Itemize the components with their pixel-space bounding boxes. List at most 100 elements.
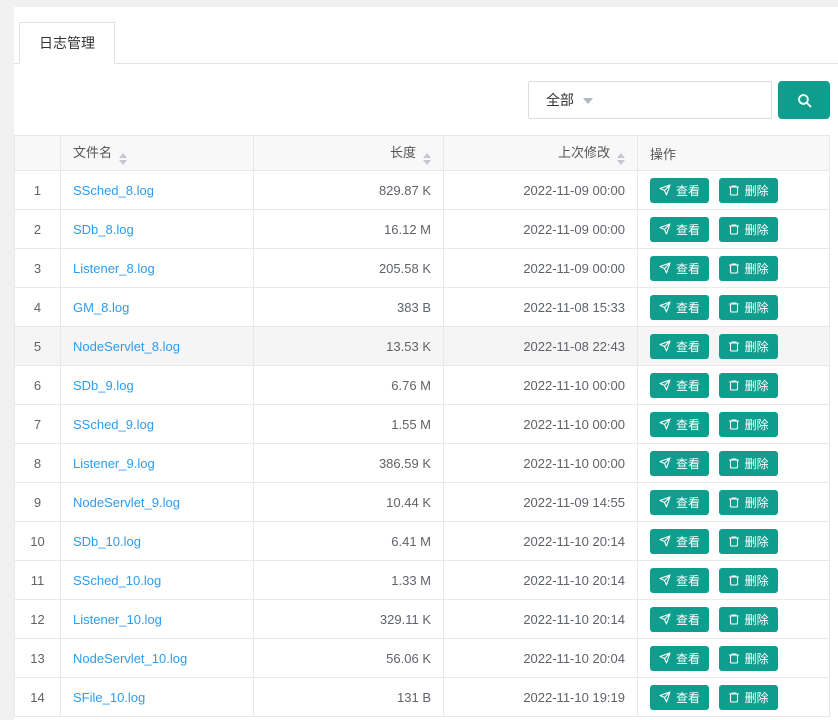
view-button[interactable]: 查看 [650,178,709,203]
table-row: 3 Listener_8.log 205.58 K 2022-11-09 00:… [15,249,830,288]
view-button[interactable]: 查看 [650,412,709,437]
view-button[interactable]: 查看 [650,568,709,593]
view-button[interactable]: 查看 [650,217,709,242]
file-link[interactable]: NodeServlet_8.log [73,339,180,354]
delete-button-label: 删除 [745,338,769,355]
row-index: 6 [15,366,61,405]
file-modified: 2022-11-09 00:00 [444,249,638,288]
row-actions: 查看 删除 [638,678,830,717]
delete-button[interactable]: 删除 [719,334,778,359]
file-link[interactable]: GM_8.log [73,300,129,315]
tab-label: 日志管理 [39,35,95,51]
delete-button[interactable]: 删除 [719,217,778,242]
delete-button[interactable]: 删除 [719,490,778,515]
delete-button-label: 删除 [745,611,769,628]
file-length: 6.41 M [254,522,444,561]
delete-button[interactable]: 删除 [719,685,778,710]
col-filename[interactable]: 文件名 [61,136,254,171]
view-button[interactable]: 查看 [650,334,709,359]
view-button-label: 查看 [676,416,700,433]
send-icon [659,574,671,586]
delete-button[interactable]: 删除 [719,568,778,593]
file-length: 131 B [254,678,444,717]
delete-button[interactable]: 删除 [719,373,778,398]
view-button[interactable]: 查看 [650,685,709,710]
row-actions: 查看 删除 [638,639,830,678]
view-button-label: 查看 [676,572,700,589]
col-length[interactable]: 长度 [254,136,444,171]
table-row: 8 Listener_9.log 386.59 K 2022-11-10 00:… [15,444,830,483]
table-row: 7 SSched_9.log 1.55 M 2022-11-10 00:00 查… [15,405,830,444]
delete-button[interactable]: 删除 [719,607,778,632]
row-index: 11 [15,561,61,600]
delete-button-label: 删除 [745,299,769,316]
row-index: 4 [15,288,61,327]
file-modified: 2022-11-10 19:19 [444,678,638,717]
trash-icon [728,301,740,313]
view-button[interactable]: 查看 [650,451,709,476]
trash-icon [728,184,740,196]
row-index: 13 [15,639,61,678]
row-index: 7 [15,405,61,444]
file-modified: 2022-11-10 00:00 [444,444,638,483]
view-button[interactable]: 查看 [650,529,709,554]
file-link[interactable]: SDb_9.log [73,378,134,393]
row-index: 8 [15,444,61,483]
file-modified: 2022-11-08 22:43 [444,327,638,366]
col-modified[interactable]: 上次修改 [444,136,638,171]
row-index: 12 [15,600,61,639]
trash-icon [728,340,740,352]
delete-button[interactable]: 删除 [719,256,778,281]
file-link[interactable]: NodeServlet_9.log [73,495,180,510]
table-row: 12 Listener_10.log 329.11 K 2022-11-10 2… [15,600,830,639]
sort-carets-icon[interactable] [617,153,625,165]
caret-down-icon [583,98,593,104]
sort-carets-icon[interactable] [423,153,431,165]
file-link[interactable]: SDb_8.log [73,222,134,237]
view-button[interactable]: 查看 [650,607,709,632]
trash-icon [728,379,740,391]
sort-carets-icon[interactable] [119,153,127,165]
row-index: 10 [15,522,61,561]
delete-button-label: 删除 [745,689,769,706]
file-link[interactable]: Listener_10.log [73,612,162,627]
view-button[interactable]: 查看 [650,646,709,671]
file-modified: 2022-11-10 20:14 [444,600,638,639]
row-index: 5 [15,327,61,366]
send-icon [659,418,671,430]
file-link[interactable]: SSched_8.log [73,183,154,198]
view-button[interactable]: 查看 [650,373,709,398]
file-modified: 2022-11-10 20:04 [444,639,638,678]
delete-button[interactable]: 删除 [719,295,778,320]
view-button[interactable]: 查看 [650,490,709,515]
delete-button[interactable]: 删除 [719,451,778,476]
delete-button[interactable]: 删除 [719,412,778,437]
view-button[interactable]: 查看 [650,256,709,281]
file-link[interactable]: SSched_9.log [73,417,154,432]
delete-button-label: 删除 [745,455,769,472]
filter-dropdown[interactable]: 全部 [528,81,772,119]
view-button-label: 查看 [676,689,700,706]
file-modified: 2022-11-09 14:55 [444,483,638,522]
delete-button[interactable]: 删除 [719,178,778,203]
file-link[interactable]: NodeServlet_10.log [73,651,187,666]
row-actions: 查看 删除 [638,483,830,522]
delete-button-label: 删除 [745,377,769,394]
file-link[interactable]: SFile_10.log [73,690,145,705]
table-row: 9 NodeServlet_9.log 10.44 K 2022-11-09 1… [15,483,830,522]
file-link[interactable]: SDb_10.log [73,534,141,549]
file-link[interactable]: SSched_10.log [73,573,161,588]
delete-button[interactable]: 删除 [719,646,778,671]
view-button[interactable]: 查看 [650,295,709,320]
file-modified: 2022-11-08 15:33 [444,288,638,327]
search-button[interactable] [778,81,830,119]
send-icon [659,652,671,664]
tab-log-management[interactable]: 日志管理 [19,22,115,64]
table-row: 10 SDb_10.log 6.41 M 2022-11-10 20:14 查看 [15,522,830,561]
file-link[interactable]: Listener_9.log [73,456,155,471]
row-actions: 查看 删除 [638,327,830,366]
table-row: 4 GM_8.log 383 B 2022-11-08 15:33 查看 删除 [15,288,830,327]
file-link[interactable]: Listener_8.log [73,261,155,276]
delete-button[interactable]: 删除 [719,529,778,554]
file-length: 329.11 K [254,600,444,639]
